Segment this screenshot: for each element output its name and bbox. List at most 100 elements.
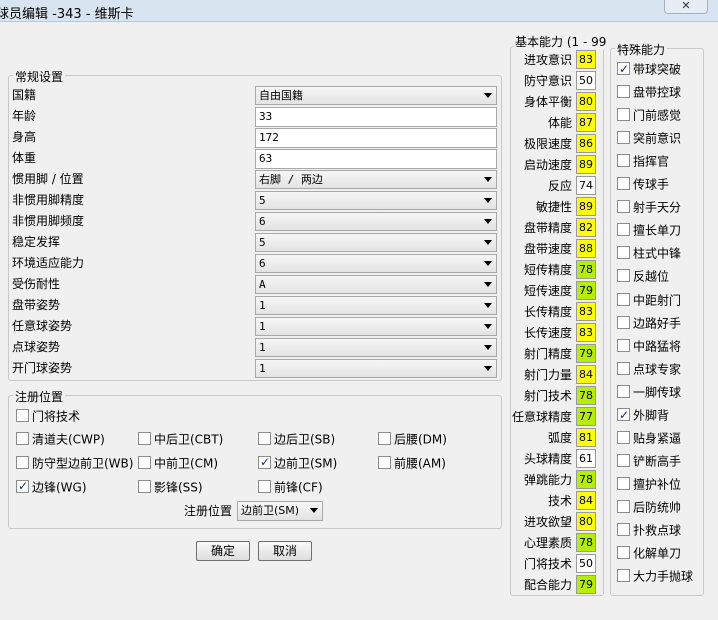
ability-value-input[interactable]: 78	[576, 386, 596, 405]
ability-value-input[interactable]: 61	[576, 449, 596, 468]
special-ability-checkbox[interactable]: 中路猛将	[617, 337, 681, 355]
position-checkbox[interactable]: 影锋(SS)	[138, 479, 203, 495]
field-select[interactable]: 1	[255, 359, 497, 378]
special-ability-checkbox[interactable]: 突前意识	[617, 129, 681, 147]
ability-value-input[interactable]: 83	[576, 323, 596, 342]
checkbox-box[interactable]	[617, 269, 630, 283]
special-ability-checkbox[interactable]: 外脚背	[617, 406, 669, 424]
ability-value-input[interactable]: 78	[576, 260, 596, 279]
checkbox-box[interactable]	[138, 480, 151, 493]
ability-value-input[interactable]: 84	[576, 491, 596, 510]
field-select[interactable]: 1	[255, 296, 497, 315]
field-select[interactable]: 5	[255, 191, 497, 210]
checkbox-box[interactable]	[258, 432, 271, 445]
ability-value-input[interactable]: 78	[576, 533, 596, 552]
checkbox-box[interactable]	[617, 569, 630, 583]
ability-value-input[interactable]: 86	[576, 134, 596, 153]
checkbox-box[interactable]	[617, 546, 630, 560]
ability-value-input[interactable]: 89	[576, 155, 596, 174]
field-input[interactable]: 172	[255, 128, 497, 148]
special-ability-checkbox[interactable]: 盘带控球	[617, 83, 681, 101]
checkbox-box[interactable]	[617, 85, 630, 99]
special-ability-checkbox[interactable]: 门前感觉	[617, 106, 681, 124]
registered-position-select[interactable]: 边前卫(SM)	[237, 501, 323, 521]
special-ability-checkbox[interactable]: 反越位	[617, 267, 669, 285]
field-input[interactable]: 63	[255, 149, 497, 169]
checkbox-box[interactable]	[617, 154, 630, 168]
checkbox-box[interactable]	[617, 361, 630, 375]
special-ability-checkbox[interactable]: 射手天分	[617, 198, 681, 216]
checkbox-box[interactable]	[258, 480, 271, 493]
field-select[interactable]: 6	[255, 212, 497, 231]
special-ability-checkbox[interactable]: 贴身紧逼	[617, 429, 681, 447]
position-checkbox[interactable]: 前腰(AM)	[378, 455, 446, 471]
ability-value-input[interactable]: 80	[576, 92, 596, 111]
special-ability-checkbox[interactable]: 铲断高手	[617, 452, 681, 470]
position-checkbox[interactable]: 防守型边前卫(WB)	[16, 455, 133, 471]
position-checkbox[interactable]: 边后卫(SB)	[258, 431, 335, 447]
checkbox-box[interactable]	[617, 384, 630, 398]
checkbox-box[interactable]	[617, 523, 630, 536]
checkbox-box[interactable]	[378, 432, 391, 445]
ability-value-input[interactable]: 81	[576, 428, 596, 447]
field-select[interactable]: 右脚 / 两边	[255, 170, 497, 189]
checkbox-box[interactable]	[617, 246, 630, 260]
checkbox-box[interactable]	[617, 131, 630, 145]
ability-value-input[interactable]: 83	[576, 50, 596, 69]
field-select[interactable]: 1	[255, 338, 497, 357]
ok-button[interactable]: 确定	[196, 541, 250, 561]
ability-value-input[interactable]: 74	[576, 176, 596, 195]
checkbox-box[interactable]	[617, 476, 630, 490]
special-ability-checkbox[interactable]: 边路好手	[617, 314, 681, 332]
position-checkbox[interactable]: 前锋(CF)	[258, 479, 323, 495]
special-ability-checkbox[interactable]: 大力手抛球	[617, 567, 693, 585]
field-input[interactable]: 33	[255, 107, 497, 127]
checkbox-box[interactable]	[138, 456, 151, 469]
special-ability-checkbox[interactable]: 擅护补位	[617, 475, 681, 493]
ability-value-input[interactable]: 50	[576, 554, 596, 573]
checkbox-box[interactable]	[617, 108, 630, 122]
checkbox-box[interactable]	[617, 223, 630, 237]
ability-value-input[interactable]: 50	[576, 71, 596, 90]
checkbox-box[interactable]	[617, 177, 630, 191]
ability-value-input[interactable]: 83	[576, 302, 596, 321]
checkbox-box[interactable]	[617, 406, 630, 424]
checkbox-box[interactable]	[617, 453, 630, 467]
checkbox-box[interactable]	[138, 432, 151, 445]
position-checkbox[interactable]: 门将技术	[16, 408, 80, 424]
checkbox-box[interactable]	[16, 409, 29, 422]
special-ability-checkbox[interactable]: 一脚传球	[617, 383, 681, 401]
special-ability-checkbox[interactable]: 带球突破	[617, 60, 681, 78]
checkbox-box[interactable]	[16, 456, 29, 469]
special-ability-checkbox[interactable]: 点球专家	[617, 360, 681, 378]
checkbox-box[interactable]	[617, 60, 630, 78]
position-checkbox[interactable]: 边锋(WG)	[16, 478, 87, 495]
checkbox-box[interactable]	[617, 292, 630, 306]
ability-value-input[interactable]: 88	[576, 239, 596, 258]
ability-value-input[interactable]: 79	[576, 344, 596, 363]
ability-value-input[interactable]: 87	[576, 113, 596, 132]
checkbox-box[interactable]	[617, 200, 630, 214]
close-button[interactable]: ✕	[664, 0, 708, 14]
special-ability-checkbox[interactable]: 后防统帅	[617, 498, 681, 516]
checkbox-box[interactable]	[378, 456, 391, 469]
checkbox-box[interactable]	[16, 432, 29, 445]
checkbox-box[interactable]	[16, 478, 29, 494]
field-select[interactable]: 1	[255, 317, 497, 336]
special-ability-checkbox[interactable]: 化解单刀	[617, 544, 681, 562]
field-select[interactable]: A	[255, 275, 497, 294]
ability-value-input[interactable]: 79	[576, 281, 596, 300]
ability-value-input[interactable]: 84	[576, 365, 596, 384]
ability-value-input[interactable]: 78	[576, 470, 596, 489]
checkbox-box[interactable]	[617, 499, 630, 513]
special-ability-checkbox[interactable]: 中距射门	[617, 291, 681, 309]
ability-value-input[interactable]: 80	[576, 512, 596, 531]
checkbox-box[interactable]	[258, 454, 271, 470]
checkbox-box[interactable]	[617, 315, 630, 329]
special-ability-checkbox[interactable]: 扑救点球	[617, 521, 681, 539]
cancel-button[interactable]: 取消	[258, 541, 312, 561]
ability-value-input[interactable]: 82	[576, 218, 596, 237]
ability-value-input[interactable]: 79	[576, 575, 596, 594]
field-select[interactable]: 5	[255, 233, 497, 252]
field-select[interactable]: 自由国籍	[255, 86, 497, 105]
